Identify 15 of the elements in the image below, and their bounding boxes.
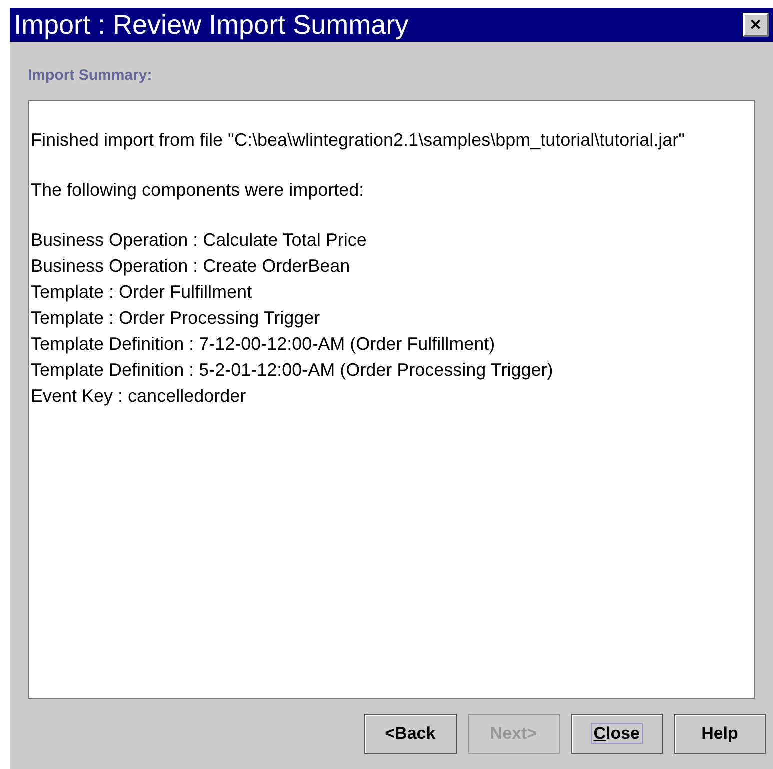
- component-line: Template Definition : 5-2-01-12:00-AM (Order Processing Trigger): [31, 361, 554, 380]
- summary-line: Finished import from file "C:\bea\wlintegration2.1\samples\bpm_tutorial\tutorial.jar": [31, 131, 686, 150]
- close-button[interactable]: ✕: [743, 13, 769, 37]
- component-line: Template : Order Processing Trigger: [31, 309, 320, 328]
- dialog-button[interactable]: Close: [570, 714, 663, 754]
- component-line: Template : Order Fulfillment: [31, 283, 252, 302]
- window-title: Import : Review Import Summary: [14, 12, 409, 38]
- component-line: Event Key : cancelledorder: [31, 387, 246, 406]
- component-line: Template Definition : 7-12-00-12:00-AM (Order Fulfillment): [31, 335, 496, 354]
- dialog-button[interactable]: Help: [674, 714, 766, 754]
- summary-line: The following components were imported:: [31, 181, 364, 200]
- section-label: Import Summary:: [28, 67, 152, 84]
- component-line: Business Operation : Create OrderBean: [31, 257, 350, 276]
- dialog-button[interactable]: <Back: [364, 714, 457, 754]
- component-line: Business Operation : Calculate Total Price: [31, 231, 367, 250]
